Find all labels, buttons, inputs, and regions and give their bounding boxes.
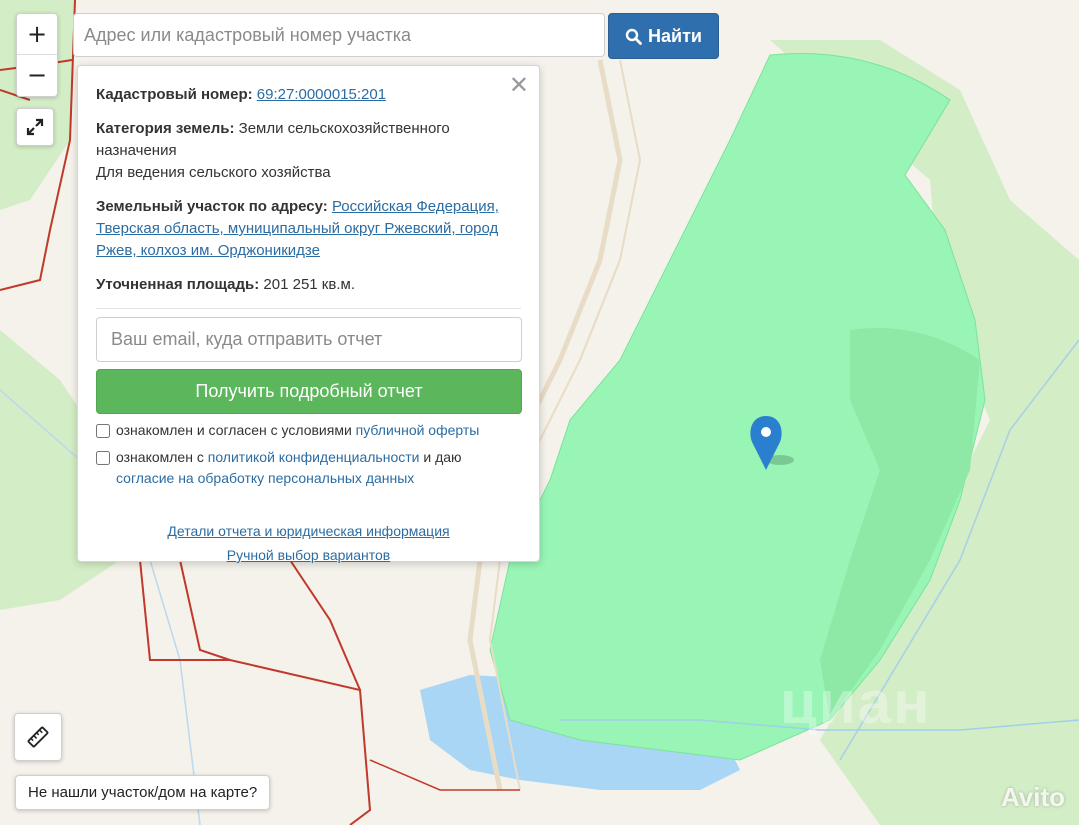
zoom-control: + − bbox=[16, 13, 58, 97]
offer-consent-checkbox[interactable] bbox=[96, 424, 110, 438]
zoom-out-button[interactable]: − bbox=[17, 54, 57, 95]
close-icon[interactable]: ✕ bbox=[509, 72, 529, 98]
privacy-consent-checkbox[interactable] bbox=[96, 451, 110, 465]
cadastral-number-link[interactable]: 69:27:0000015:201 bbox=[257, 86, 386, 103]
email-input[interactable] bbox=[96, 317, 522, 362]
search-input[interactable] bbox=[73, 13, 605, 57]
address-row: Земельный участок по адресу: Российская … bbox=[96, 196, 521, 262]
avito-watermark: Avito bbox=[1000, 782, 1065, 812]
land-category-row: Категория земель: Земли сельскохозяйстве… bbox=[96, 118, 521, 184]
area-value: 201 251 кв.м. bbox=[263, 276, 355, 293]
land-usage-value: Для ведения сельского хозяйства bbox=[96, 164, 331, 181]
consent-offer-row: ознакомлен и согласен с условиями публич… bbox=[96, 420, 521, 441]
area-row: Уточненная площадь: 201 251 кв.м. bbox=[96, 274, 521, 296]
land-category-label: Категория земель: bbox=[96, 120, 235, 137]
privacy-policy-link[interactable]: политикой конфиденциальности bbox=[208, 449, 420, 465]
expand-icon bbox=[26, 118, 44, 136]
get-report-button[interactable]: Получить подробный отчет bbox=[96, 369, 522, 414]
parcel-info-popup: ✕ Кадастровый номер: 69:27:0000015:201 К… bbox=[77, 65, 540, 563]
public-offer-link[interactable]: публичной оферты bbox=[356, 422, 480, 438]
divider bbox=[96, 308, 521, 309]
zoom-in-button[interactable]: + bbox=[17, 14, 57, 54]
offer-consent-label: ознакомлен и согласен с условиями публич… bbox=[116, 422, 480, 438]
ruler-icon bbox=[27, 726, 49, 748]
popup-footer-links: Детали отчета и юридическая информация Р… bbox=[96, 519, 521, 567]
not-found-button[interactable]: Не нашли участок/дом на карте? bbox=[15, 775, 271, 810]
search-button-label: Найти bbox=[648, 25, 702, 46]
privacy-consent-label: ознакомлен с политикой конфиденциальност… bbox=[116, 449, 462, 486]
personal-data-consent-link[interactable]: согласие на обработку персональных данны… bbox=[116, 470, 414, 486]
area-label: Уточненная площадь: bbox=[96, 276, 260, 293]
manual-selection-link[interactable]: Ручной выбор вариантов bbox=[227, 543, 391, 567]
search-button[interactable]: Найти bbox=[608, 13, 719, 59]
fullscreen-button[interactable] bbox=[16, 108, 54, 146]
address-label: Земельный участок по адресу: bbox=[96, 198, 328, 215]
search-icon bbox=[625, 28, 642, 45]
cadastral-number-label: Кадастровый номер: bbox=[96, 86, 253, 103]
consent-privacy-row: ознакомлен с политикой конфиденциальност… bbox=[96, 447, 521, 489]
report-details-link[interactable]: Детали отчета и юридическая информация bbox=[167, 519, 449, 543]
ruler-button[interactable] bbox=[14, 713, 62, 761]
cadastral-number-row: Кадастровый номер: 69:27:0000015:201 bbox=[96, 84, 521, 106]
cian-watermark: циан bbox=[780, 669, 932, 736]
